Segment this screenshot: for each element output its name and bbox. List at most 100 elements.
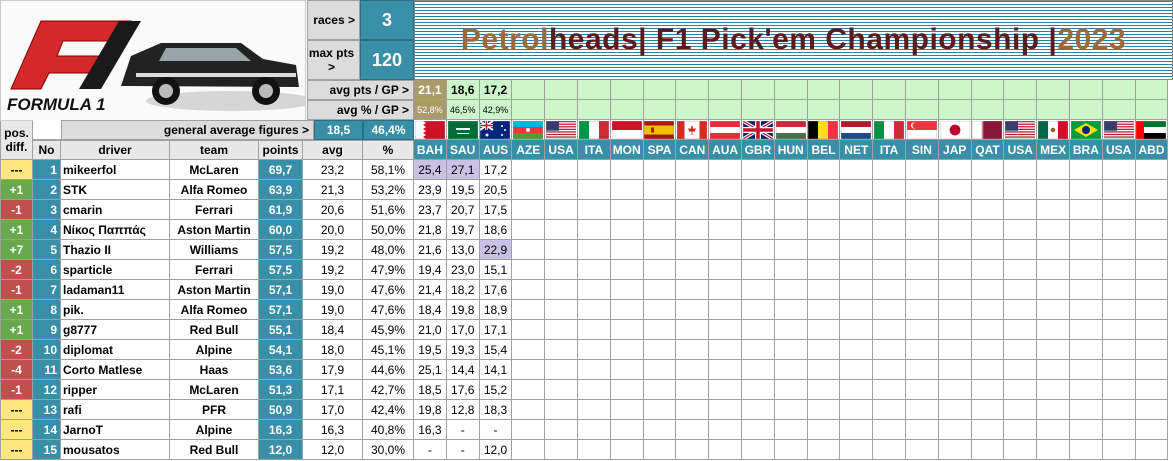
race-score-cell bbox=[774, 160, 808, 180]
team-name: Haas bbox=[170, 360, 259, 380]
race-score-cell: 12,8 bbox=[446, 400, 480, 420]
race-score-cell bbox=[873, 200, 906, 220]
race-score-cell bbox=[906, 300, 939, 320]
race-score-cell bbox=[578, 160, 611, 180]
driver-name[interactable]: g8777 bbox=[61, 320, 170, 340]
flag-qatar-icon bbox=[971, 120, 1005, 140]
race-score-cell bbox=[709, 400, 742, 420]
race-score-cell bbox=[807, 340, 841, 360]
gp-header-sau: SAU bbox=[446, 140, 480, 160]
race-score-cell bbox=[643, 220, 677, 240]
race-score-cell bbox=[1102, 200, 1136, 220]
driver-name[interactable]: Thazio II bbox=[61, 240, 170, 260]
race-score-cell: 21,8 bbox=[414, 220, 447, 240]
gp-avg-pct-0: 52,8% bbox=[414, 100, 447, 120]
avg-pts-label: avg pts / GP > bbox=[307, 80, 414, 100]
race-score-cell: 25,1 bbox=[414, 360, 447, 380]
race-score-cell bbox=[971, 200, 1005, 220]
race-score-cell: 19,3 bbox=[446, 340, 480, 360]
flag-usa-icon bbox=[1004, 120, 1038, 140]
race-score-cell: 17,2 bbox=[479, 160, 513, 180]
driver-name[interactable]: STK bbox=[61, 180, 170, 200]
average-percent: 48,0% bbox=[363, 240, 414, 260]
race-score-cell bbox=[643, 340, 677, 360]
race-score-cell bbox=[971, 240, 1005, 260]
race-score-cell bbox=[1102, 300, 1136, 320]
race-score-cell bbox=[774, 400, 808, 420]
gp-avg-pts-3 bbox=[512, 80, 546, 100]
gp-avg-pct-9 bbox=[709, 100, 742, 120]
gp-header-bra: BRA bbox=[1070, 140, 1103, 160]
race-score-cell bbox=[610, 320, 644, 340]
race-score-cell bbox=[742, 320, 775, 340]
race-score-cell bbox=[1004, 380, 1038, 400]
race-score-cell: - bbox=[479, 420, 513, 440]
race-score-cell bbox=[676, 440, 710, 460]
race-score-cell bbox=[774, 220, 808, 240]
driver-name[interactable]: pik. bbox=[61, 300, 170, 320]
driver-name[interactable]: sparticle bbox=[61, 260, 170, 280]
driver-name[interactable]: JarnoT bbox=[61, 420, 170, 440]
race-score-cell bbox=[1070, 380, 1103, 400]
gp-header-bah: BAH bbox=[414, 140, 447, 160]
race-score-cell bbox=[709, 240, 742, 260]
race-score-cell bbox=[709, 260, 742, 280]
race-score-cell bbox=[1102, 260, 1136, 280]
gp-avg-pct-21 bbox=[1102, 100, 1136, 120]
race-score-cell bbox=[512, 200, 546, 220]
race-score-cell bbox=[709, 320, 742, 340]
race-score-cell bbox=[1004, 180, 1038, 200]
driver-name[interactable]: mousatos bbox=[61, 440, 170, 460]
race-score-cell bbox=[610, 420, 644, 440]
race-score-cell bbox=[1037, 180, 1070, 200]
position-diff-badge: -1 bbox=[0, 200, 33, 220]
race-score-cell bbox=[971, 340, 1005, 360]
driver-name[interactable]: rafi bbox=[61, 400, 170, 420]
driver-name[interactable]: mikeerfol bbox=[61, 160, 170, 180]
race-score-cell bbox=[774, 340, 808, 360]
race-score-cell bbox=[742, 360, 775, 380]
flag-italy-icon bbox=[873, 120, 906, 140]
race-score-cell bbox=[643, 320, 677, 340]
flag-japan-icon bbox=[938, 120, 972, 140]
race-score-cell bbox=[676, 220, 710, 240]
driver-name[interactable]: cmarin bbox=[61, 200, 170, 220]
race-score-cell: 21,6 bbox=[414, 240, 447, 260]
rank-number: 11 bbox=[33, 360, 61, 380]
driver-name[interactable]: ladaman11 bbox=[61, 280, 170, 300]
race-score-cell bbox=[742, 180, 775, 200]
average-points: 20,6 bbox=[303, 200, 363, 220]
race-score-cell bbox=[807, 280, 841, 300]
race-score-cell bbox=[1004, 160, 1038, 180]
race-score-cell bbox=[1037, 360, 1070, 380]
flag-monaco-icon bbox=[610, 120, 644, 140]
race-score-cell bbox=[709, 180, 742, 200]
race-score-cell bbox=[1037, 300, 1070, 320]
gp-avg-pts-12 bbox=[807, 80, 841, 100]
race-score-cell bbox=[676, 420, 710, 440]
race-score-cell bbox=[840, 440, 874, 460]
driver-name[interactable]: Νίκος Παππάς bbox=[61, 220, 170, 240]
race-score-cell bbox=[840, 300, 874, 320]
gp-avg-pct-17 bbox=[971, 100, 1005, 120]
driver-name[interactable]: Corto Matlese bbox=[61, 360, 170, 380]
race-score-cell bbox=[906, 220, 939, 240]
gp-avg-pts-7 bbox=[643, 80, 677, 100]
gp-avg-pts-0: 21,1 bbox=[414, 80, 447, 100]
race-score-cell bbox=[774, 240, 808, 260]
race-score-cell bbox=[873, 160, 906, 180]
race-score-cell bbox=[873, 360, 906, 380]
gp-header-aua: AUA bbox=[709, 140, 742, 160]
race-score-cell bbox=[906, 180, 939, 200]
race-score-cell bbox=[643, 360, 677, 380]
average-points: 19,2 bbox=[303, 260, 363, 280]
rank-number: 7 bbox=[33, 280, 61, 300]
race-score-cell bbox=[545, 160, 578, 180]
race-score-cell bbox=[709, 380, 742, 400]
driver-name[interactable]: diplomat bbox=[61, 340, 170, 360]
race-score-cell bbox=[774, 380, 808, 400]
driver-name[interactable]: ripper bbox=[61, 380, 170, 400]
race-score-cell bbox=[610, 400, 644, 420]
race-score-cell bbox=[873, 320, 906, 340]
race-score-cell bbox=[676, 380, 710, 400]
